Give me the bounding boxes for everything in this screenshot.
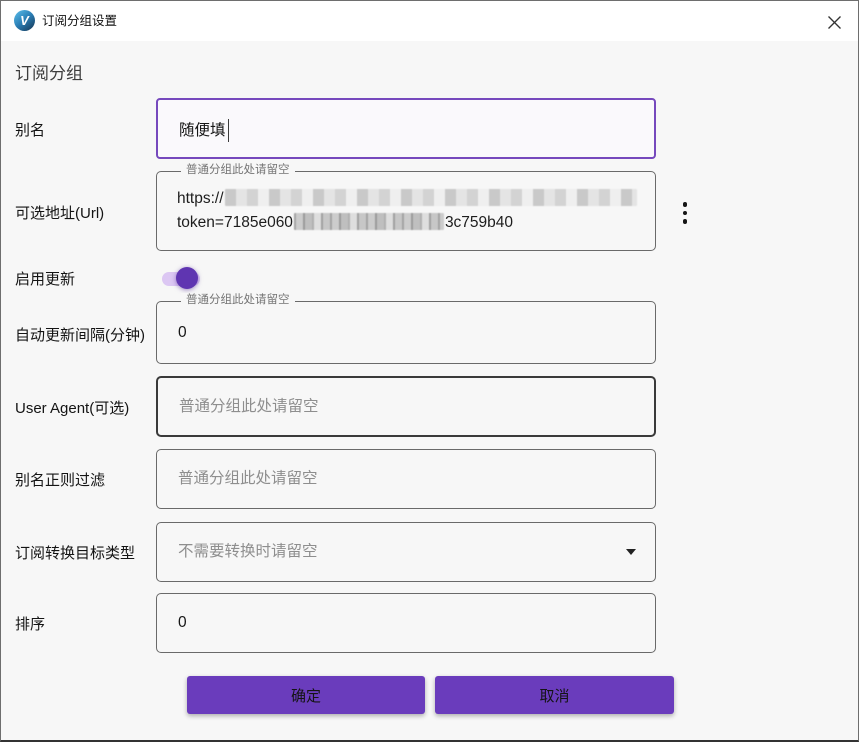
text-caret [228,119,229,142]
auto-interval-label: 自动更新间隔(分钟) [15,324,145,345]
cancel-button[interactable]: 取消 [435,676,674,714]
alias-regex-field[interactable] [156,449,656,509]
url-field[interactable]: 普通分组此处请留空 https:// token=7185e0603c759b4… [156,171,656,251]
chevron-down-icon[interactable] [626,549,636,555]
convert-target-label: 订阅转换目标类型 [15,542,135,563]
url-label: 可选地址(Url) [15,202,104,223]
enable-update-label: 启用更新 [15,268,75,289]
alias-regex-input[interactable] [157,450,655,508]
censored-segment [225,189,637,206]
kebab-icon [683,202,688,207]
page-title: 订阅分组 [15,59,83,84]
window-title: 订阅分组设置 [42,1,117,41]
alias-input[interactable] [158,100,654,157]
convert-target-dropdown[interactable] [156,522,656,582]
subscription-group-settings-dialog: V 订阅分组设置 订阅分组 别名 可选地址(Url) 普通分组此处请留空 htt… [0,0,859,742]
sort-input[interactable] [157,594,655,652]
url-field-hint: 普通分组此处请留空 [181,163,295,177]
user-agent-label: User Agent(可选) [15,397,129,418]
convert-target-input[interactable] [157,523,655,581]
sort-label: 排序 [15,613,45,634]
toggle-thumb [176,267,198,289]
url-line-1: https:// [177,187,641,211]
titlebar: V 订阅分组设置 [1,1,858,41]
auto-interval-field[interactable]: 普通分组此处请留空 [156,301,656,364]
user-agent-field[interactable] [156,376,656,437]
auto-interval-input[interactable] [157,302,655,363]
url-more-menu-button[interactable] [673,194,697,232]
url-value[interactable]: https:// token=7185e0603c759b40 [177,187,641,235]
ok-button[interactable]: 确定 [187,676,425,714]
user-agent-input[interactable] [158,378,654,435]
alias-label: 别名 [15,119,45,140]
censored-segment [294,213,444,230]
alias-regex-label: 别名正则过滤 [15,469,105,490]
url-line-2: token=7185e0603c759b40 [177,211,641,235]
alias-field[interactable] [156,98,656,159]
auto-interval-field-hint: 普通分组此处请留空 [181,293,295,307]
enable-update-toggle[interactable] [159,264,207,292]
close-icon [827,15,842,30]
sort-field[interactable] [156,593,656,653]
app-logo-icon: V [14,10,35,31]
close-button[interactable] [822,10,846,34]
